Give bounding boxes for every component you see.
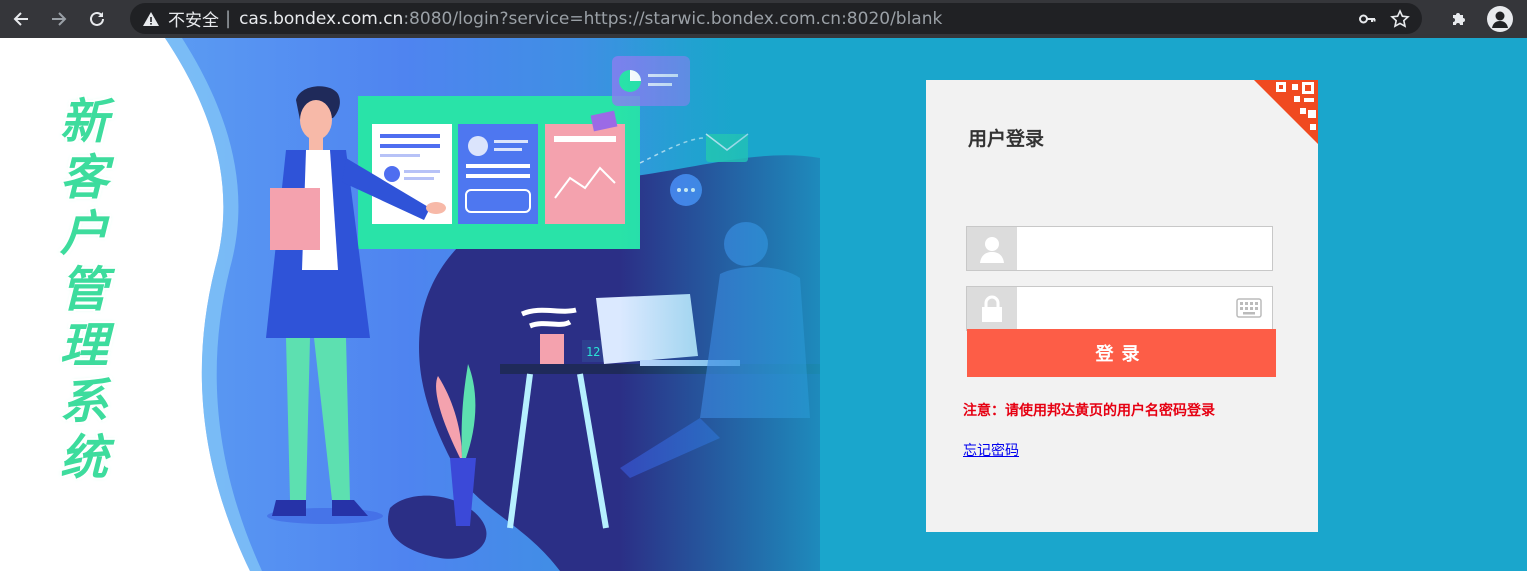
login-page: 12:45 新 客 户 管 理 系 统: [0, 38, 1527, 571]
username-input[interactable]: [1017, 227, 1272, 270]
forgot-password-link[interactable]: 忘记密码: [963, 440, 1019, 460]
lock-icon: [967, 287, 1017, 330]
login-button[interactable]: 登录: [967, 329, 1276, 377]
keyboard-icon[interactable]: [1236, 298, 1262, 318]
back-button[interactable]: [4, 2, 38, 36]
password-field[interactable]: [966, 286, 1273, 331]
star-icon[interactable]: [1390, 8, 1410, 29]
warning-icon[interactable]: [142, 10, 160, 28]
back-icon: [11, 9, 31, 29]
title-char: 系: [59, 374, 108, 430]
url-separator: |: [225, 8, 232, 29]
user-icon: [967, 227, 1017, 270]
qr-code-icon[interactable]: [1254, 80, 1318, 144]
url-path: :8080/login?service=https://starwic.bond…: [403, 8, 943, 29]
password-input[interactable]: [1017, 287, 1272, 330]
login-title: 用户登录: [968, 128, 1045, 150]
browser-toolbar: 不安全 | cas.bondex.com.cn:8080/login?servi…: [0, 0, 1527, 38]
title-char: 户: [59, 206, 108, 262]
title-char: 新: [59, 94, 108, 150]
system-title: 新 客 户 管 理 系 统: [52, 94, 116, 486]
forward-icon: [49, 9, 69, 29]
title-char: 管: [59, 262, 108, 318]
address-bar[interactable]: 不安全 | cas.bondex.com.cn:8080/login?servi…: [130, 3, 1422, 34]
title-char: 统: [59, 430, 108, 486]
login-card: 用户登录 登录 注意：请使用邦达黄页的用户名密码登录 忘记密码: [926, 80, 1318, 532]
login-notice: 注意：请使用邦达黄页的用户名密码登录: [963, 403, 1215, 419]
url-host: cas.bondex.com.cn: [239, 8, 404, 29]
username-field[interactable]: [966, 226, 1273, 271]
url-text[interactable]: cas.bondex.com.cn:8080/login?service=htt…: [239, 9, 942, 29]
reload-icon: [87, 9, 107, 29]
forward-button[interactable]: [42, 2, 76, 36]
reload-button[interactable]: [80, 2, 114, 36]
title-char: 客: [59, 150, 108, 206]
security-label[interactable]: 不安全: [168, 6, 219, 31]
profile-icon[interactable]: [1487, 6, 1513, 32]
puzzle-icon[interactable]: [1449, 9, 1469, 29]
key-icon[interactable]: [1358, 10, 1376, 28]
title-char: 理: [59, 318, 108, 374]
